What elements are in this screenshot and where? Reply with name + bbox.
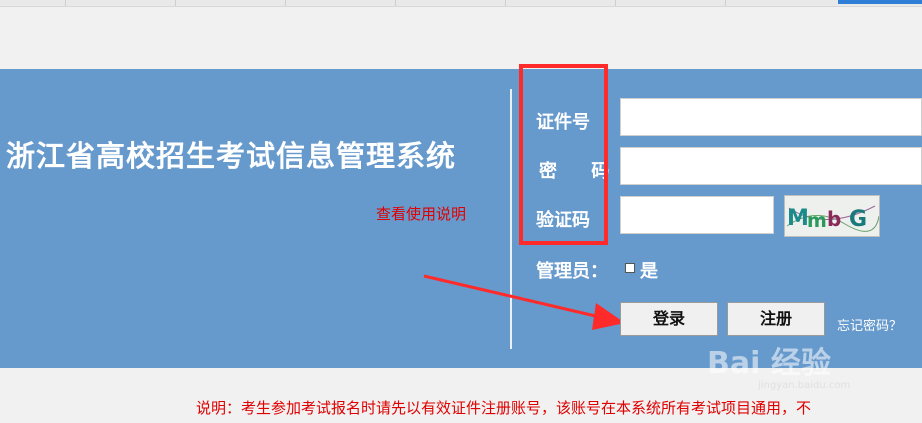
forgot-password-link[interactable]: 忘记密码？ [837, 315, 902, 334]
tab-divider [285, 0, 286, 6]
system-title: 浙江省高校招生考试信息管理系统 [6, 139, 457, 173]
register-button[interactable]: 注册 [727, 302, 825, 336]
tab-divider [65, 0, 66, 6]
watermark-brand: Bai 经验 [707, 346, 831, 381]
red-arrow-icon [423, 274, 625, 330]
svg-text:b: b [827, 207, 841, 231]
password-field[interactable] [620, 147, 922, 185]
svg-text:M: M [787, 206, 809, 231]
captcha-field[interactable] [620, 196, 774, 234]
tab-divider [395, 0, 396, 6]
login-button[interactable]: 登录 [620, 302, 718, 336]
admin-checkbox-label: 是 [640, 261, 658, 282]
active-tab-indicator [838, 0, 922, 4]
captcha-image[interactable]: M m b G [784, 195, 880, 237]
tab-divider [725, 0, 726, 6]
tab-divider [175, 0, 176, 6]
footer-note: 说明：考生参加考试报名时请先以有效证件注册账号，该账号在本系统所有考试项目通用，… [196, 399, 812, 417]
help-link[interactable]: 查看使用说明 [376, 203, 466, 224]
browser-tab-strip [0, 0, 922, 7]
tab-divider [615, 0, 616, 6]
svg-text:G: G [849, 207, 867, 232]
captcha-noise-icon: M m b G [786, 205, 879, 232]
highlight-box [519, 64, 608, 245]
id-field[interactable] [620, 98, 922, 136]
tab-divider [505, 0, 506, 6]
svg-text:m: m [807, 210, 827, 232]
watermark-url: jingyan.baidu.com [758, 380, 851, 391]
